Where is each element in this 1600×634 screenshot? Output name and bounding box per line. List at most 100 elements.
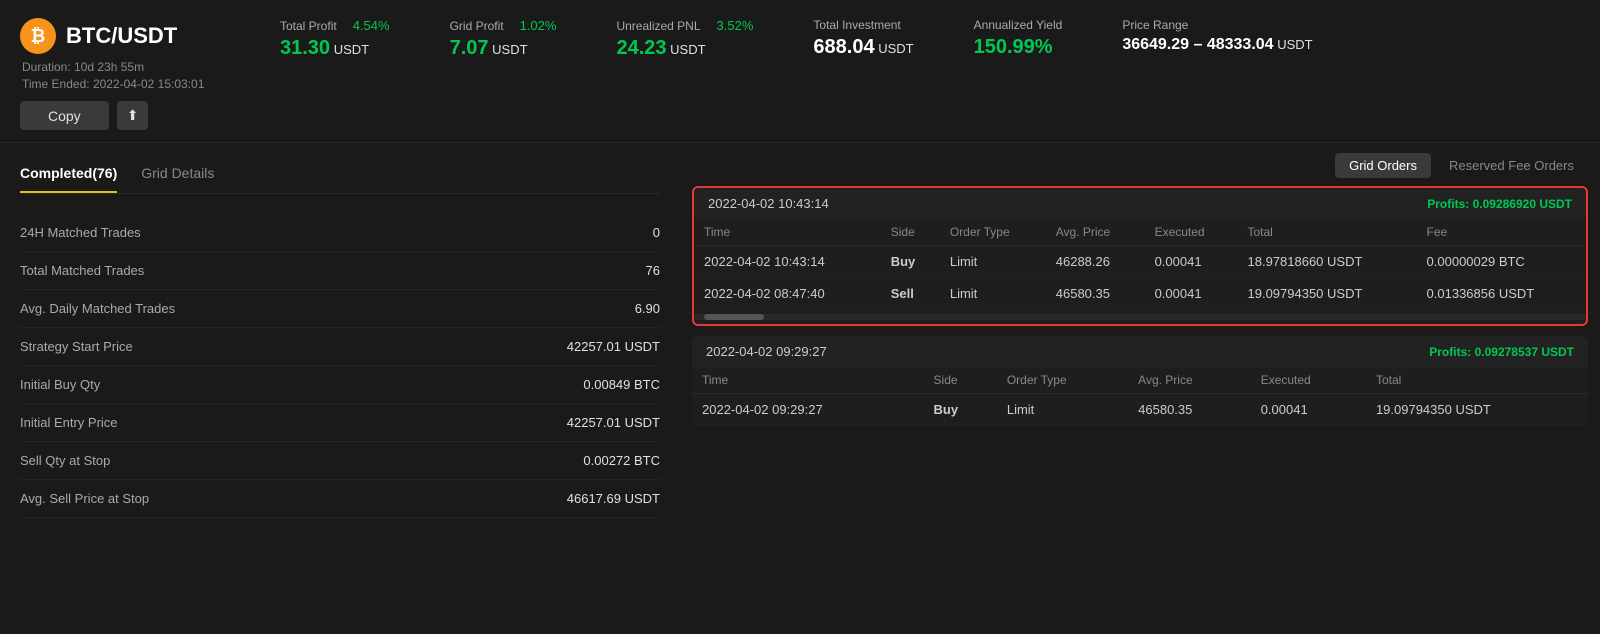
col-side: Side (881, 219, 940, 246)
trade-card-2-profit-value: 0.09278537 USDT (1475, 345, 1574, 359)
trade-card-1-profit-value: 0.09286920 USDT (1473, 197, 1572, 211)
tab-grid-details[interactable]: Grid Details (141, 159, 214, 193)
cell-avg-price: 46580.35 (1046, 278, 1145, 310)
unrealized-pnl-unit: USDT (670, 42, 705, 57)
cell-executed: 0.00041 (1251, 394, 1366, 426)
tabs: Completed(76) Grid Details (20, 159, 660, 194)
stat-row-label: 24H Matched Trades (20, 225, 141, 240)
stat-row: Initial Entry Price 42257.01 USDT (20, 404, 660, 442)
duration-line: Duration: 10d 23h 55m (20, 60, 240, 74)
cell-time: 2022-04-02 09:29:27 (692, 394, 924, 426)
reserved-fee-button[interactable]: Reserved Fee Orders (1435, 153, 1588, 178)
col-total-2: Total (1366, 367, 1588, 394)
cell-order-type: Limit (997, 394, 1128, 426)
stat-row-value: 0 (653, 225, 660, 240)
table-row: 2022-04-02 10:43:14 Buy Limit 46288.26 0… (694, 246, 1586, 278)
stat-row-value: 42257.01 USDT (567, 339, 660, 354)
cell-order-type: Limit (940, 246, 1046, 278)
stat-row-label: Initial Buy Qty (20, 377, 100, 392)
stat-row-value: 0.00849 BTC (583, 377, 660, 392)
btc-icon: ₿ (20, 18, 56, 54)
col-side-2: Side (924, 367, 997, 394)
total-investment-label: Total Investment (813, 18, 900, 32)
total-profit-block: Total Profit 4.54% 31.30 USDT (280, 18, 390, 60)
scrollbar-thumb-1 (704, 314, 764, 320)
grid-profit-pct: 1.02% (520, 18, 557, 33)
stat-row: Total Matched Trades 76 (20, 252, 660, 290)
col-executed-2: Executed (1251, 367, 1366, 394)
time-ended-line: Time Ended: 2022-04-02 15:03:01 (20, 77, 240, 91)
stats-grid: Total Profit 4.54% 31.30 USDT Grid Profi… (280, 18, 1580, 60)
total-profit-label: Total Profit (280, 19, 337, 33)
share-icon: ⬆ (127, 107, 139, 123)
stats-list: 24H Matched Trades 0 Total Matched Trade… (20, 214, 660, 518)
grid-orders-button[interactable]: Grid Orders (1335, 153, 1431, 178)
grid-profit-label: Grid Profit (450, 19, 504, 33)
annualized-block: Annualized Yield 150.99% (974, 18, 1063, 60)
trade-card-1-profit: Profits: 0.09286920 USDT (1427, 197, 1572, 211)
unrealized-pnl-block: Unrealized PNL 3.52% 24.23 USDT (616, 18, 753, 60)
cell-side: Buy (924, 394, 997, 426)
cell-executed: 0.00041 (1145, 246, 1238, 278)
stat-row: Sell Qty at Stop 0.00272 BTC (20, 442, 660, 480)
total-investment-unit: USDT (878, 41, 913, 56)
col-fee: Fee (1417, 219, 1586, 246)
col-order-type: Order Type (940, 219, 1046, 246)
stat-row: Avg. Daily Matched Trades 6.90 (20, 290, 660, 328)
stat-row: Avg. Sell Price at Stop 46617.69 USDT (20, 480, 660, 518)
col-avg-price-2: Avg. Price (1128, 367, 1251, 394)
col-time-2: Time (692, 367, 924, 394)
right-top-bar: Grid Orders Reserved Fee Orders (692, 153, 1588, 178)
cell-total: 19.09794350 USDT (1238, 278, 1417, 310)
cell-side: Sell (881, 278, 940, 310)
col-avg-price: Avg. Price (1046, 219, 1145, 246)
copy-button[interactable]: Copy (20, 101, 109, 130)
table-row: 2022-04-02 08:47:40 Sell Limit 46580.35 … (694, 278, 1586, 310)
tab-completed[interactable]: Completed(76) (20, 159, 117, 193)
unrealized-pnl-label: Unrealized PNL (616, 19, 700, 33)
stat-row-value: 6.90 (635, 301, 660, 316)
col-executed: Executed (1145, 219, 1238, 246)
left-panel: Completed(76) Grid Details 24H Matched T… (0, 143, 680, 534)
price-range-block: Price Range 36649.29 – 48333.04 USDT (1122, 18, 1312, 60)
share-button[interactable]: ⬆ (117, 101, 149, 130)
trade-card-1-header: 2022-04-02 10:43:14 Profits: 0.09286920 … (694, 188, 1586, 219)
price-range-value: 36649.29 – 48333.04 (1122, 36, 1273, 53)
cell-side: Buy (881, 246, 940, 278)
col-time: Time (694, 219, 881, 246)
total-profit-value: 31.30 (280, 37, 330, 59)
stat-row-label: Total Matched Trades (20, 263, 144, 278)
unrealized-pnl-pct: 3.52% (717, 18, 754, 33)
main-content: Completed(76) Grid Details 24H Matched T… (0, 143, 1600, 534)
stat-row-label: Sell Qty at Stop (20, 453, 110, 468)
cell-total: 18.97818660 USDT (1238, 246, 1417, 278)
right-panel: Grid Orders Reserved Fee Orders 2022-04-… (680, 143, 1600, 534)
grid-profit-block: Grid Profit 1.02% 7.07 USDT (450, 18, 557, 60)
trade-table-2: Time Side Order Type Avg. Price Executed… (692, 367, 1588, 426)
trade-card-2-date: 2022-04-02 09:29:27 (706, 344, 827, 359)
trade-table-1: Time Side Order Type Avg. Price Executed… (694, 219, 1586, 310)
total-profit-unit: USDT (334, 42, 369, 57)
cell-fee: 0.01336856 USDT (1417, 278, 1586, 310)
stat-row-label: Strategy Start Price (20, 339, 133, 354)
header: ₿ BTC/USDT Duration: 10d 23h 55m Time En… (0, 0, 1600, 143)
cell-avg-price: 46288.26 (1046, 246, 1145, 278)
cell-fee: 0.00000029 BTC (1417, 246, 1586, 278)
action-buttons: Copy ⬆ (20, 101, 240, 130)
grid-profit-unit: USDT (492, 42, 527, 57)
stat-row-label: Avg. Daily Matched Trades (20, 301, 175, 316)
scrollbar-1[interactable] (694, 314, 1586, 320)
stat-row: 24H Matched Trades 0 (20, 214, 660, 252)
coin-title: ₿ BTC/USDT (20, 18, 240, 54)
trade-card-2: 2022-04-02 09:29:27 Profits: 0.09278537 … (692, 336, 1588, 426)
total-profit-pct: 4.54% (353, 18, 390, 33)
trade-card-2-header: 2022-04-02 09:29:27 Profits: 0.09278537 … (692, 336, 1588, 367)
trade-card-2-profit: Profits: 0.09278537 USDT (1429, 345, 1574, 359)
price-range-unit: USDT (1277, 37, 1312, 52)
col-total: Total (1238, 219, 1417, 246)
cell-time: 2022-04-02 10:43:14 (694, 246, 881, 278)
table-row: 2022-04-02 09:29:27 Buy Limit 46580.35 0… (692, 394, 1588, 426)
annualized-value: 150.99% (974, 36, 1063, 59)
stat-row: Initial Buy Qty 0.00849 BTC (20, 366, 660, 404)
grid-profit-value: 7.07 (450, 37, 489, 59)
